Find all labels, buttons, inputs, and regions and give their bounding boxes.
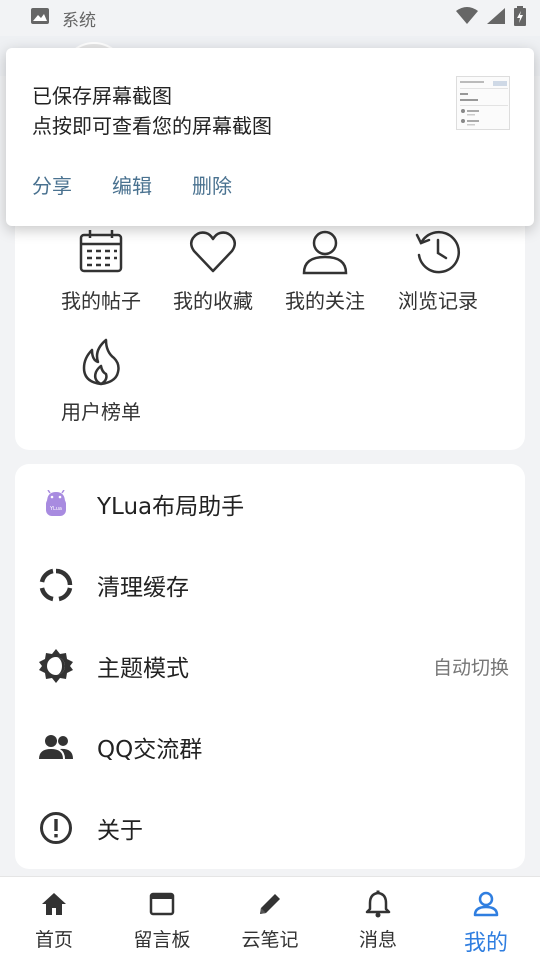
menu-item-qq-group[interactable]: QQ交流群 — [15, 707, 525, 787]
status-app-label: 系统 — [62, 10, 96, 31]
person-icon — [471, 889, 501, 919]
image-icon — [30, 7, 50, 30]
nav-label: 消息 — [358, 929, 397, 951]
status-bar: 系统 — [0, 0, 540, 36]
grid-item-label: 我的帖子 — [61, 289, 141, 313]
grid-item-history[interactable]: 浏览记录 — [383, 227, 493, 327]
nav-item-notes[interactable]: 云笔记 — [216, 877, 324, 960]
flame-icon — [76, 338, 126, 388]
pencil-icon — [255, 889, 285, 919]
nav-item-home[interactable]: 首页 — [0, 877, 108, 960]
screenshot-notification[interactable]: 已保存屏幕截图 点按即可查看您的屏幕截图 分享 编辑 删除 — [6, 48, 534, 226]
menu-item-label: QQ交流群 — [97, 737, 203, 763]
grid-item-following[interactable]: 我的关注 — [270, 227, 380, 327]
grid-item-label: 我的关注 — [285, 289, 365, 313]
grid-item-favorites[interactable]: 我的收藏 — [158, 227, 268, 327]
board-icon — [147, 889, 177, 919]
menu-item-clear-cache[interactable]: 清理缓存 — [15, 545, 525, 625]
bottom-nav: 首页 留言板 云笔记 消息 我的 — [0, 876, 540, 960]
screenshot-thumbnail[interactable] — [456, 76, 510, 130]
notification-title: 已保存屏幕截图 — [32, 84, 172, 108]
menu-item-theme[interactable]: 主题模式 自动切换 — [15, 626, 525, 706]
nav-item-board[interactable]: 留言板 — [108, 877, 216, 960]
nav-item-mine[interactable]: 我的 — [432, 877, 540, 960]
nav-label: 云笔记 — [241, 929, 299, 951]
group-icon — [37, 728, 75, 766]
grid-item-label: 浏览记录 — [398, 289, 478, 313]
menu-item-label: 清理缓存 — [97, 575, 189, 601]
grid-item-my-posts[interactable]: 我的帖子 — [46, 227, 156, 327]
notification-actions: 分享 编辑 删除 — [32, 170, 272, 199]
notification-subtitle: 点按即可查看您的屏幕截图 — [32, 114, 272, 138]
grid-item-label: 用户榜单 — [61, 400, 141, 424]
battery-icon — [514, 5, 526, 31]
theme-icon — [37, 647, 75, 685]
grid-item-label: 我的收藏 — [173, 289, 253, 313]
menu-item-label: 关于 — [97, 818, 143, 844]
wifi-icon — [456, 6, 478, 30]
nav-item-messages[interactable]: 消息 — [324, 877, 432, 960]
clean-icon — [37, 566, 75, 604]
menu-item-about[interactable]: 关于 — [15, 788, 525, 868]
info-icon — [37, 809, 75, 847]
history-icon — [413, 227, 463, 277]
delete-button[interactable]: 删除 — [192, 170, 232, 199]
nav-label: 留言板 — [133, 929, 191, 951]
nav-label: 首页 — [34, 929, 73, 951]
menu-item-label: YLua布局助手 — [97, 494, 245, 520]
android-icon: YLua — [37, 485, 75, 523]
heart-icon — [188, 227, 238, 277]
svg-text:YLua: YLua — [49, 506, 62, 512]
share-button[interactable]: 分享 — [32, 170, 72, 199]
calendar-icon — [76, 227, 126, 277]
edit-button[interactable]: 编辑 — [112, 170, 152, 199]
nav-label: 我的 — [463, 931, 508, 956]
user-icon — [300, 227, 350, 277]
bell-icon — [363, 889, 393, 919]
grid-item-leaderboard[interactable]: 用户榜单 — [46, 338, 156, 438]
settings-card: YLua YLua布局助手 清理缓存 主题模式 自动切换 QQ交流群 关于 — [15, 464, 525, 869]
home-icon — [39, 889, 69, 919]
signal-icon — [486, 7, 506, 30]
shortcut-card: 我的帖子 我的收藏 我的关注 浏览记录 用户榜单 — [15, 200, 525, 450]
menu-item-label: 主题模式 — [97, 656, 189, 682]
theme-mode-value: 自动切换 — [432, 656, 509, 679]
menu-item-ylua[interactable]: YLua YLua布局助手 — [15, 464, 525, 544]
